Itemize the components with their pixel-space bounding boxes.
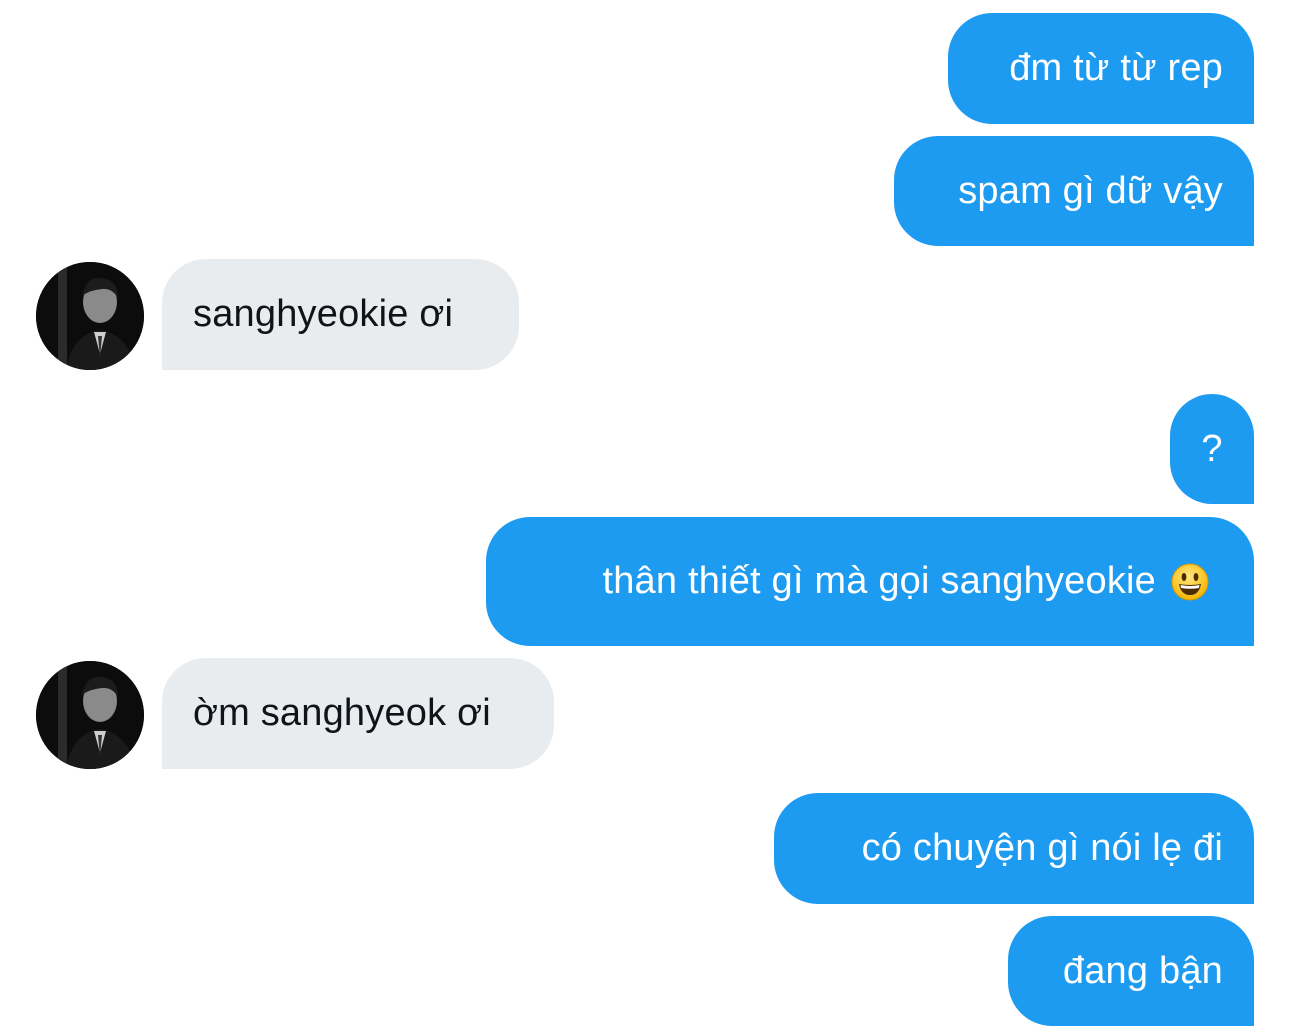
sent-message-bubble[interactable]: đm từ từ rep [948, 13, 1254, 124]
grinning-face-emoji [1171, 563, 1209, 600]
sent-message-bubble[interactable]: có chuyện gì nói lẹ đi [774, 793, 1254, 904]
message-text: có chuyện gì nói lẹ đi [861, 827, 1223, 869]
message-text: ờm sanghyeok ơi [193, 692, 491, 734]
sent-message-bubble[interactable]: đang bận [1008, 916, 1254, 1026]
sent-message-bubble[interactable]: thân thiết gì mà gọi sanghyeokie [486, 517, 1254, 646]
message-text: ? [1201, 427, 1223, 470]
received-message-bubble[interactable]: ờm sanghyeok ơi [162, 658, 554, 769]
message-text: đm từ từ rep [1009, 47, 1223, 89]
sent-message-bubble[interactable]: spam gì dữ vậy [894, 136, 1254, 246]
received-message-bubble[interactable]: sanghyeokie ơi [162, 259, 519, 370]
avatar-photo [36, 262, 144, 370]
message-text: spam gì dữ vậy [958, 169, 1223, 212]
sender-avatar[interactable] [36, 262, 144, 370]
message-text: sanghyeokie ơi [193, 293, 454, 335]
message-text: thân thiết gì mà gọi sanghyeokie [602, 560, 1156, 602]
sent-message-bubble[interactable]: ? [1170, 394, 1254, 504]
avatar-photo [36, 661, 144, 769]
sender-avatar[interactable] [36, 661, 144, 769]
message-text: đang bận [1062, 949, 1223, 992]
